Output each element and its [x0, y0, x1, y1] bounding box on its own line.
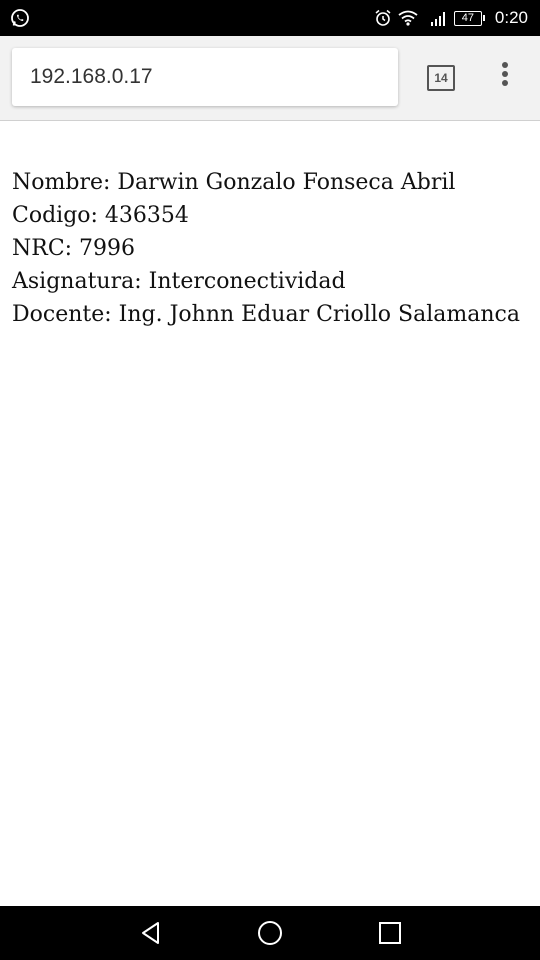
- battery-level: 47: [453, 10, 482, 26]
- status-bar: 47 0:20: [0, 0, 540, 36]
- url-text[interactable]: 192.168.0.17: [30, 48, 153, 106]
- tab-switcher-button[interactable]: 14: [427, 65, 455, 91]
- text-line-nrc: NRC: 7996: [12, 236, 136, 261]
- page-content: Nombre: Darwin Gonzalo Fonseca Abril Cod…: [12, 166, 532, 331]
- back-icon[interactable]: [137, 919, 165, 947]
- recents-icon[interactable]: [376, 919, 404, 947]
- status-clock: 0:20: [494, 8, 528, 27]
- browser-toolbar: 192.168.0.17 14: [0, 36, 540, 121]
- whatsapp-icon: [10, 8, 30, 28]
- navigation-bar: [0, 906, 540, 960]
- text-line-asignatura: Asignatura: Interconectividad: [12, 269, 346, 294]
- home-icon[interactable]: [256, 919, 284, 947]
- signal-icon: [430, 10, 448, 26]
- battery-icon: 47: [453, 10, 485, 26]
- status-icons: 47 0:20: [374, 0, 528, 36]
- text-line-nombre: Nombre: Darwin Gonzalo Fonseca Abril: [12, 170, 456, 195]
- text-line-codigo: Codigo: 436354: [12, 203, 189, 228]
- wifi-icon: [398, 10, 418, 26]
- text-line-docente: Docente: Ing. Johnn Eduar Criollo Salama…: [12, 302, 520, 327]
- overflow-menu-icon[interactable]: [495, 62, 515, 94]
- alarm-icon: [374, 9, 392, 27]
- url-bar[interactable]: 192.168.0.17: [12, 48, 398, 106]
